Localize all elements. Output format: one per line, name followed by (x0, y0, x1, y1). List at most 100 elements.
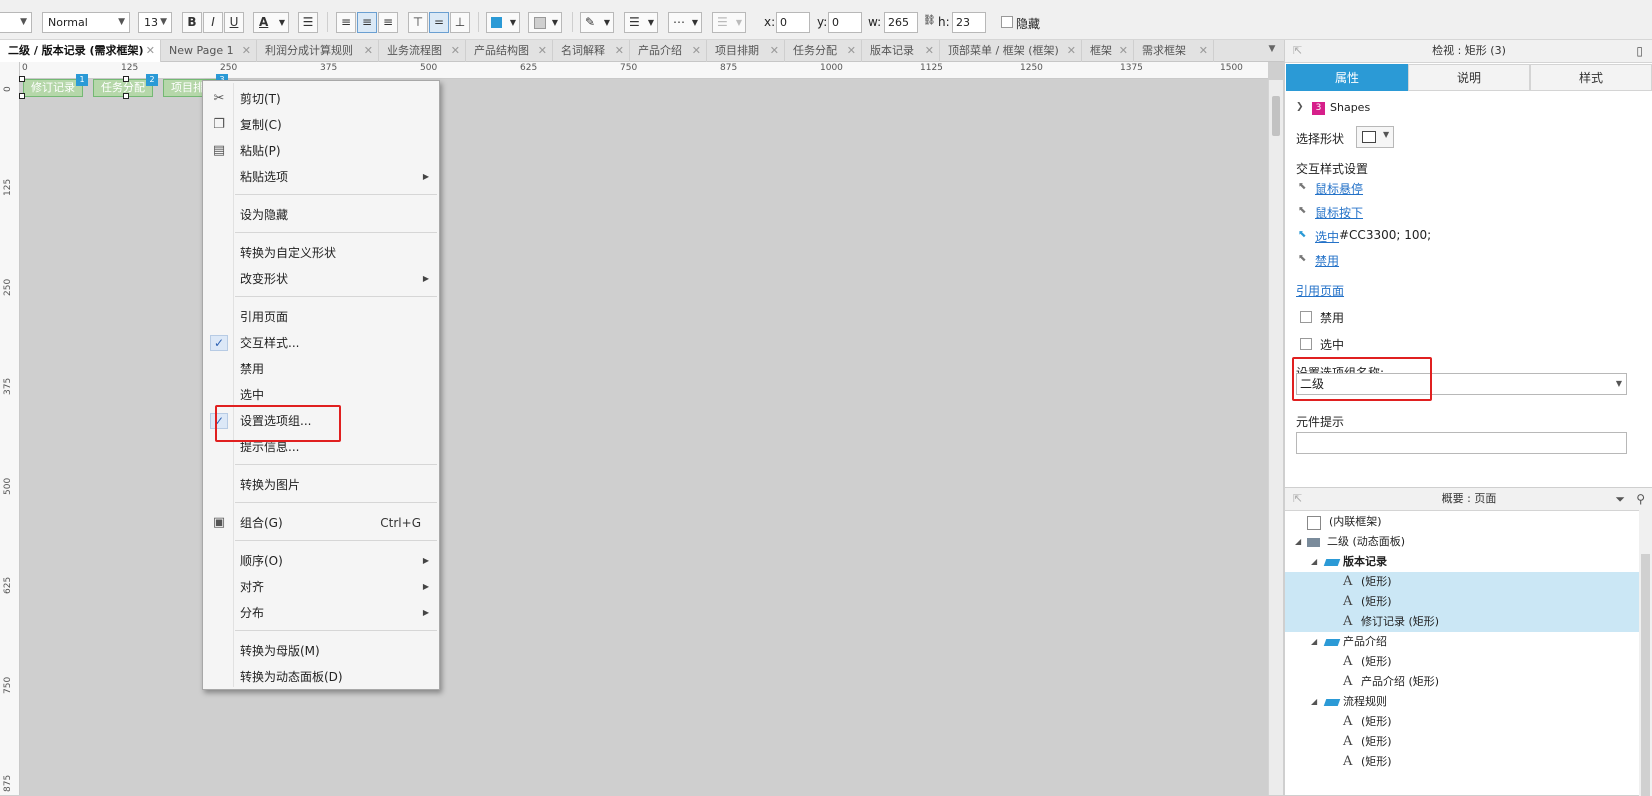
outline-row[interactable]: A (矩形) (1285, 752, 1640, 772)
close-icon[interactable]: ✕ (364, 40, 373, 62)
canvas-vertical-scrollbar[interactable] (1268, 80, 1283, 795)
expand-arrow-icon[interactable]: ◢ (1311, 692, 1317, 712)
selection-handle[interactable] (123, 76, 129, 82)
close-icon[interactable]: ✕ (692, 40, 701, 62)
close-icon[interactable]: ✕ (615, 40, 624, 62)
close-icon[interactable]: ✕ (1119, 40, 1128, 62)
close-icon[interactable]: ✕ (146, 40, 155, 62)
selection-handle[interactable] (19, 93, 25, 99)
shadow-button[interactable]: ▼ (528, 12, 562, 33)
canvas-shape[interactable]: 修订记录 1 (23, 74, 88, 97)
align-center-icon[interactable]: ≡ (357, 12, 377, 33)
menu-item-group[interactable]: ▣ 组合(G) Ctrl+G (203, 511, 439, 535)
outline-row[interactable]: ◢ 产品介绍 (1285, 632, 1640, 652)
menu-item-align[interactable]: 对齐 ▶ (203, 575, 439, 599)
tab-page[interactable]: 顶部菜单 / 框架 (框架) ✕ (940, 40, 1082, 62)
outline-row[interactable]: A 产品介绍 (矩形) (1285, 672, 1640, 692)
collapse-icon[interactable]: ❯ (1296, 102, 1304, 112)
menu-item-selected[interactable]: 选中 (203, 383, 439, 407)
menu-item-convert-image[interactable]: 转换为图片 (203, 473, 439, 497)
selection-handle[interactable] (19, 76, 25, 82)
line-style-button[interactable]: ⋯ ▼ (668, 12, 702, 33)
close-icon[interactable]: ✕ (538, 40, 547, 62)
outline-row[interactable]: A (矩形) (1285, 592, 1640, 612)
tooltip-field[interactable] (1296, 432, 1627, 454)
arrow-style-button[interactable]: ☰ ▼ (712, 12, 746, 33)
tab-page[interactable]: 任务分配 ✕ (785, 40, 862, 62)
tab-page[interactable]: 业务流程图 ✕ (379, 40, 466, 62)
tab-page[interactable]: 版本记录 ✕ (862, 40, 940, 62)
align-top-icon[interactable]: ⊤ (408, 12, 428, 33)
underline-button[interactable]: U (224, 12, 244, 33)
align-bottom-icon[interactable]: ⊥ (450, 12, 470, 33)
close-icon[interactable]: ✕ (1067, 40, 1076, 62)
tab-page[interactable]: 项目排期 ✕ (707, 40, 785, 62)
font-style-select[interactable]: Normal ▼ (42, 12, 130, 33)
close-icon[interactable]: ✕ (451, 40, 460, 62)
disabled-checkbox[interactable] (1300, 311, 1312, 323)
h-field[interactable]: 23 (952, 12, 986, 33)
menu-item-convert-dynamic-panel[interactable]: 转换为动态面板(D) (203, 665, 439, 689)
font-family-select[interactable]: ▼ (0, 12, 32, 33)
outline-row[interactable]: A (矩形) (1285, 652, 1640, 672)
menu-item-reference-page[interactable]: 引用页面 (203, 305, 439, 329)
menu-item-order[interactable]: 顺序(O) ▶ (203, 549, 439, 573)
align-middle-icon[interactable]: = (429, 12, 449, 33)
pin-icon[interactable]: ⇱ (1293, 488, 1302, 510)
menu-item-paste-options[interactable]: 粘贴选项 ▶ (203, 165, 439, 189)
x-field[interactable]: 0 (776, 12, 810, 33)
outline-row[interactable]: ◢ 流程规则 (1285, 692, 1640, 712)
outline-row[interactable]: A (矩形) (1285, 572, 1640, 592)
y-field[interactable]: 0 (828, 12, 862, 33)
selection-handle[interactable] (123, 93, 129, 99)
menu-item-convert-master[interactable]: 转换为母版(M) (203, 639, 439, 663)
outline-scrollbar[interactable] (1639, 510, 1652, 796)
disabled-style-link[interactable]: 禁用 (1315, 252, 1339, 269)
menu-item-distribute[interactable]: 分布 ▶ (203, 601, 439, 625)
outline-row[interactable]: A (矩形) (1285, 732, 1640, 752)
close-icon[interactable]: ✕ (925, 40, 934, 62)
bullet-list-icon[interactable]: ☰ (298, 12, 318, 33)
tab-page[interactable]: 产品结构图 ✕ (466, 40, 553, 62)
scrollbar-thumb[interactable] (1272, 96, 1280, 136)
menu-item-interaction-styles[interactable]: ✓ 交互样式... (203, 331, 439, 355)
tab-page[interactable]: 需求框架 ✕ (1134, 40, 1214, 62)
line-width-button[interactable]: ☰ ▼ (624, 12, 658, 33)
reference-page-link[interactable]: 引用页面 (1296, 282, 1344, 299)
tab-page[interactable]: 二级 / 版本记录 (需求框架) ✕ (0, 40, 161, 62)
outline-row[interactable]: (内联框架) (1285, 512, 1640, 532)
menu-item-change-shape[interactable]: 改变形状 ▶ (203, 267, 439, 291)
mouse-down-link[interactable]: 鼠标按下 (1315, 204, 1363, 221)
select-shape-dropdown[interactable]: ▼ (1356, 126, 1394, 148)
w-field[interactable]: 265 (884, 12, 918, 33)
tab-page[interactable]: 框架 ✕ (1082, 40, 1134, 62)
tab-style[interactable]: 样式 (1530, 64, 1652, 91)
menu-item-copy[interactable]: ❐ 复制(C) (203, 113, 439, 137)
selected-style-link[interactable]: 选中 (1315, 228, 1339, 245)
close-icon[interactable]: ✕ (242, 40, 251, 62)
font-color-button[interactable]: A ▼ (253, 12, 289, 33)
expand-arrow-icon[interactable]: ◢ (1311, 632, 1317, 652)
outline-row[interactable]: A 修订记录 (矩形) (1285, 612, 1640, 632)
outline-row[interactable]: ◢ 版本记录 (1285, 552, 1640, 572)
close-icon[interactable]: ✕ (847, 40, 856, 62)
menu-item-convert-custom-shape[interactable]: 转换为自定义形状 (203, 241, 439, 265)
hide-checkbox[interactable] (1001, 16, 1013, 28)
outline-row[interactable]: ◢ 二级 (动态面板) (1285, 532, 1640, 552)
mouse-over-link[interactable]: 鼠标悬停 (1315, 180, 1363, 197)
font-size-select[interactable]: 13 ▼ (138, 12, 172, 33)
scrollbar-thumb[interactable] (1641, 554, 1650, 796)
line-color-button[interactable]: ✎ ▼ (580, 12, 614, 33)
expand-arrow-icon[interactable]: ◢ (1295, 532, 1301, 552)
menu-item-disabled[interactable]: 禁用 (203, 357, 439, 381)
selected-checkbox[interactable] (1300, 338, 1312, 350)
menu-item-set-hidden[interactable]: 设为隐藏 (203, 203, 439, 227)
lock-aspect-icon[interactable]: ⛓ (923, 15, 936, 26)
fill-color-button[interactable]: ▼ (486, 12, 520, 33)
page-icon[interactable]: ▯ (1636, 40, 1643, 62)
close-icon[interactable]: ✕ (770, 40, 779, 62)
search-icon[interactable]: ⚲ (1636, 488, 1645, 510)
tab-list-dropdown-icon[interactable]: ▼ (1264, 44, 1280, 58)
italic-button[interactable]: I (203, 12, 223, 33)
tab-notes[interactable]: 说明 (1408, 64, 1530, 91)
